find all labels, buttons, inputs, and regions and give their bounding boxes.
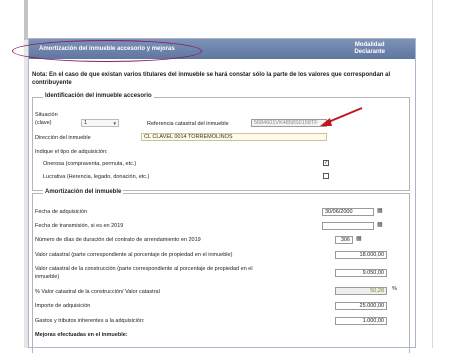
porcentaje-unit: % [392,286,397,292]
note-text: Nota: En el caso de que existan varios t… [32,72,391,86]
mejoras-label: Mejoras efectuadas en el inmueble: [35,332,128,338]
modalidad-label: Modalidad [354,42,385,48]
calendar-icon[interactable]: ▦ [356,236,363,243]
fecha-adquisicion-label: Fecha de adquisición [35,209,87,215]
modalidad-block: Modalidad Declarante [354,42,385,56]
lucrativa-label: Lucrativa (Herencia, legado, donación, e… [43,174,150,180]
direccion-input[interactable]: CL CLAVEL 0014 TORREMOLINOS [141,133,327,141]
amortizacion-title: Amortización del inmueble [43,189,124,195]
highlight-oval [12,40,202,62]
identificacion-title: Identificación del inmueble accesorio [43,93,154,99]
valor-catastral-input[interactable]: 18.000,00 [335,251,387,259]
valor-construccion-input[interactable]: 9.050,00 [335,269,387,277]
onerosa-label: Onerosa (compraventa, permuta, etc.) [43,161,137,167]
direccion-label: Dirección del inmueble [35,135,91,141]
modalidad-value: Declarante [354,49,385,55]
dias-arrendamiento-label: Número de días de duración del contrato … [35,237,201,243]
fecha-adquisicion-input[interactable]: 30/06/2000 [322,208,374,216]
tipo-adquisicion-label: Indique el tipo de adquisición: [35,149,108,155]
referencia-input[interactable]: 5684601VK4858S0158TF [251,119,327,127]
calendar-icon[interactable]: ▦ [377,208,384,215]
referencia-label: Referencia catastral del inmueble [147,121,229,127]
situacion-sub-label: (clave) [35,120,52,126]
onerosa-checkbox[interactable]: ✓ [323,160,329,166]
amortizacion-panel: Amortización del inmueble accesorio y me… [28,38,416,353]
situacion-select[interactable]: 1 ▼ [81,119,119,127]
situacion-value: 1 [84,120,88,126]
importe-adquisicion-label: Importe de adquisición [35,303,91,309]
annotation-arrow-icon [320,107,363,126]
fecha-transmision-input[interactable] [322,222,374,230]
lucrativa-checkbox[interactable] [323,173,329,179]
porcentaje-output: 50,28 [335,287,387,295]
amortizacion-section: Amortización del inmueble Fecha de adqui… [32,189,410,353]
chevron-down-icon: ▼ [112,121,117,126]
situacion-label: Situación [35,112,58,118]
porcentaje-label: % Valor catastral de la construcción/ Va… [35,289,160,295]
page-scrollbar-thumb[interactable] [24,0,28,40]
calendar-icon[interactable]: ▦ [377,222,384,229]
importe-adquisicion-input[interactable]: 25.000,00 [335,302,387,310]
gastos-tributos-input[interactable]: 1.000,00 [335,317,387,325]
valor-construccion-label-1: Valor catastral de la construcción (part… [35,266,253,272]
gastos-tributos-label: Gastos y tributos inherentes a la adquis… [35,318,145,324]
valor-catastral-label: Valor catastral (parte correspondiente a… [35,252,233,258]
fecha-transmision-label: Fecha de transmisión, si es en 2019 [35,223,124,229]
dias-arrendamiento-input[interactable]: 306 [335,236,353,244]
window-edge [432,0,433,348]
valor-construccion-label-2: inmueble) [35,274,60,280]
